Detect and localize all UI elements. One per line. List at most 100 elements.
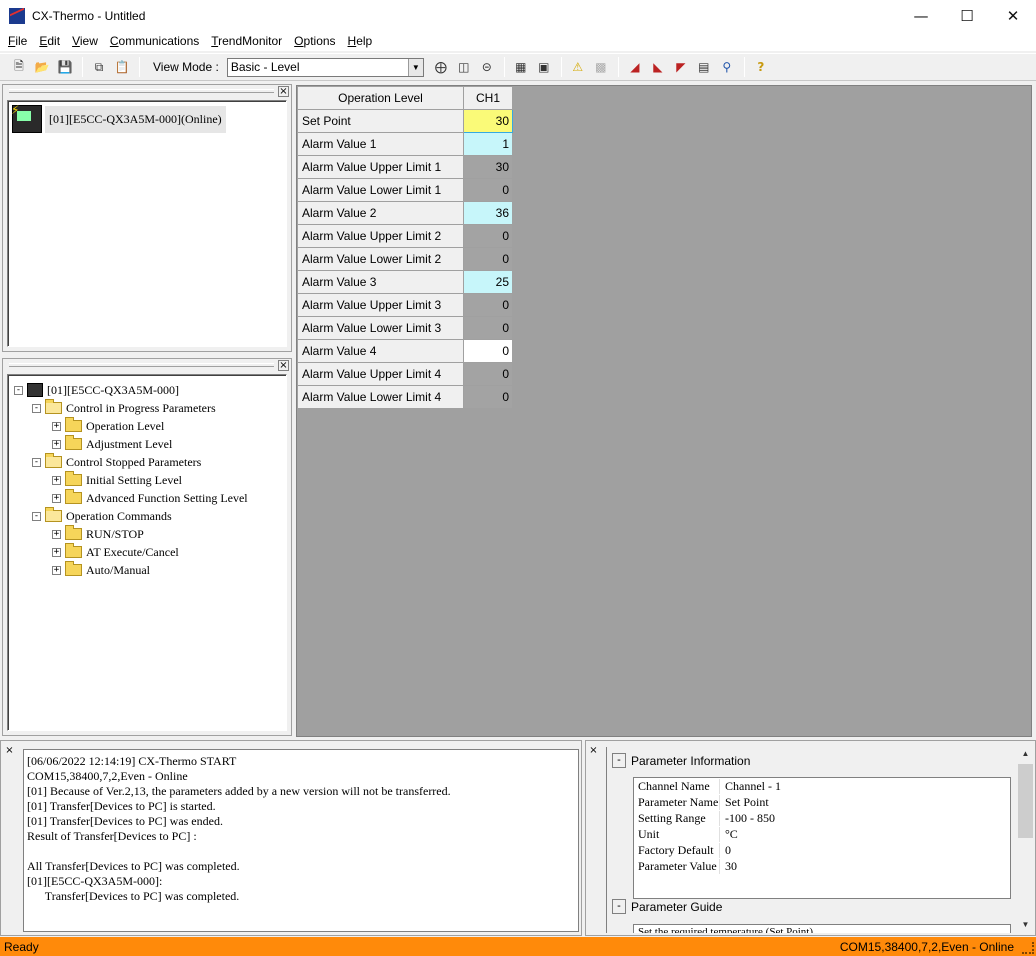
parameter-value-cell: 30: [463, 155, 513, 179]
tree-root[interactable]: - [01][E5CC-QX3A5M-000]: [14, 381, 248, 399]
export-icon[interactable]: ▩: [590, 56, 612, 78]
parameter-value-cell[interactable]: 25: [463, 270, 513, 294]
tree-item[interactable]: + Auto/Manual: [14, 561, 248, 579]
copy-icon[interactable]: ⧉: [88, 56, 110, 78]
table-row[interactable]: Alarm Value 2 36: [297, 201, 513, 225]
tree-group[interactable]: - Control in Progress Parameters: [14, 399, 248, 417]
tree-item[interactable]: + Adjustment Level: [14, 435, 248, 453]
expand-icon[interactable]: +: [52, 529, 61, 539]
filter-icon[interactable]: ◫: [453, 56, 475, 78]
table-row[interactable]: Alarm Value Upper Limit 40: [297, 362, 513, 386]
parameter-value-cell: 0: [463, 316, 513, 340]
parameter-name-cell: Alarm Value 4: [297, 339, 464, 363]
new-file-icon[interactable]: 🗎: [8, 56, 30, 78]
parameter-value-cell[interactable]: 1: [463, 132, 513, 156]
menu-options[interactable]: Options: [290, 34, 339, 48]
remove-level-icon[interactable]: ⊝: [476, 56, 498, 78]
expand-icon[interactable]: +: [52, 439, 61, 449]
transfer-from-device-icon[interactable]: ◣: [647, 56, 669, 78]
info-value: 30: [725, 858, 737, 873]
tree-item[interactable]: + Advanced Function Setting Level: [14, 489, 248, 507]
table-row[interactable]: Alarm Value 40: [297, 339, 513, 363]
find-device-icon[interactable]: ⚲: [716, 56, 738, 78]
info-row: Factory Default 0: [634, 842, 1010, 858]
device-list-icon[interactable]: ▦: [510, 56, 532, 78]
close-icon[interactable]: ×: [278, 359, 289, 371]
table-row[interactable]: Alarm Value Upper Limit 1 30: [297, 155, 513, 179]
table-row[interactable]: Alarm Value Lower Limit 30: [297, 316, 513, 340]
scroll-down-icon[interactable]: ▼: [1017, 916, 1034, 933]
expand-icon[interactable]: +: [52, 493, 61, 503]
parameter-name-cell: Alarm Value Upper Limit 1: [297, 155, 464, 179]
collapse-icon[interactable]: -: [32, 403, 41, 413]
resize-grip-icon[interactable]: [1022, 942, 1034, 954]
expand-icon[interactable]: +: [52, 565, 61, 575]
tree-group[interactable]: - Operation Commands: [14, 507, 248, 525]
menu-communications[interactable]: Communications: [106, 34, 203, 48]
help-icon[interactable]: ?: [750, 56, 772, 78]
menu-trendmonitor[interactable]: TrendMonitor: [207, 34, 286, 48]
warning-icon[interactable]: ⚠: [567, 56, 589, 78]
toolbar-separator: [139, 57, 140, 77]
log-line: COM15,38400,7,2,Even - Online: [27, 769, 188, 783]
minimize-button[interactable]: —: [898, 0, 944, 31]
table-row[interactable]: Alarm Value Lower Limit 20: [297, 247, 513, 271]
folder-icon: [65, 543, 82, 558]
toolbar-separator: [560, 57, 562, 77]
compare-icon[interactable]: ◤: [670, 56, 692, 78]
scroll-up-icon[interactable]: ▲: [1017, 745, 1034, 762]
parameter-value-cell[interactable]: 30: [463, 109, 513, 133]
open-folder-icon[interactable]: 📂: [31, 56, 53, 78]
menu-view[interactable]: View: [68, 34, 102, 48]
menu-file[interactable]: File: [4, 34, 31, 48]
table-row[interactable]: Alarm Value Upper Limit 20: [297, 224, 513, 248]
close-button[interactable]: ✕: [990, 0, 1036, 31]
tree-item[interactable]: + Initial Setting Level: [14, 471, 248, 489]
menu-help[interactable]: Help: [344, 34, 377, 48]
parameter-value-cell: 0: [463, 293, 513, 317]
device-item[interactable]: ⚡ [01][E5CC-QX3A5M-000](Online): [11, 103, 226, 133]
tree-item[interactable]: + AT Execute/Cancel: [14, 543, 248, 561]
parameter-value-cell[interactable]: 0: [463, 339, 513, 363]
collapse-icon[interactable]: -: [32, 457, 41, 467]
scroll-thumb[interactable]: [1018, 764, 1033, 838]
tree-group[interactable]: - Control Stopped Parameters: [14, 453, 248, 471]
vertical-scrollbar[interactable]: ▲ ▼: [1017, 745, 1034, 933]
view-mode-select[interactable]: Basic - Level ▼: [226, 57, 424, 77]
menu-edit[interactable]: Edit: [35, 34, 64, 48]
close-icon[interactable]: ×: [588, 746, 599, 757]
tree-group-label: Control in Progress Parameters: [66, 400, 216, 415]
collapse-icon[interactable]: -: [32, 511, 41, 521]
maximize-button[interactable]: ☐: [944, 0, 990, 31]
connection-status: COM15,38400,7,2,Even - Online: [839, 939, 1014, 954]
table-row[interactable]: Alarm Value Upper Limit 30: [297, 293, 513, 317]
collapse-icon[interactable]: -: [14, 385, 23, 395]
close-icon[interactable]: ×: [4, 746, 15, 757]
column-header-channel[interactable]: CH1: [463, 86, 513, 110]
table-row[interactable]: Set Point 30: [297, 109, 513, 133]
table-row[interactable]: Alarm Value Lower Limit 40: [297, 385, 513, 409]
expand-icon[interactable]: +: [52, 547, 61, 557]
chevron-down-icon[interactable]: ▼: [407, 58, 423, 76]
add-level-icon[interactable]: ⨁: [430, 56, 452, 78]
transfer-to-device-icon[interactable]: ◢: [624, 56, 646, 78]
tree-item[interactable]: + Operation Level: [14, 417, 248, 435]
tree-item[interactable]: + RUN/STOP: [14, 525, 248, 543]
expand-icon[interactable]: +: [52, 475, 61, 485]
expand-icon[interactable]: +: [52, 421, 61, 431]
window-layout-icon[interactable]: ▣: [533, 56, 555, 78]
table-row[interactable]: Alarm Value Lower Limit 10: [297, 178, 513, 202]
close-icon[interactable]: ×: [278, 85, 289, 97]
column-header-level[interactable]: Operation Level: [297, 86, 464, 110]
parameter-info-pane: × - Parameter Information Channel Name Ch…: [585, 740, 1036, 936]
table-row[interactable]: Alarm Value 11: [297, 132, 513, 156]
collapse-button[interactable]: -: [612, 753, 626, 768]
info-row: Parameter Value 30: [634, 858, 1010, 874]
tree-item-label: Advanced Function Setting Level: [86, 490, 248, 505]
verify-icon[interactable]: ▤: [693, 56, 715, 78]
table-row[interactable]: Alarm Value 3 25: [297, 270, 513, 294]
collapse-button[interactable]: -: [612, 899, 626, 914]
paste-icon[interactable]: 📋: [111, 56, 133, 78]
parameter-value-cell[interactable]: 36: [463, 201, 513, 225]
save-icon[interactable]: 💾: [54, 56, 76, 78]
